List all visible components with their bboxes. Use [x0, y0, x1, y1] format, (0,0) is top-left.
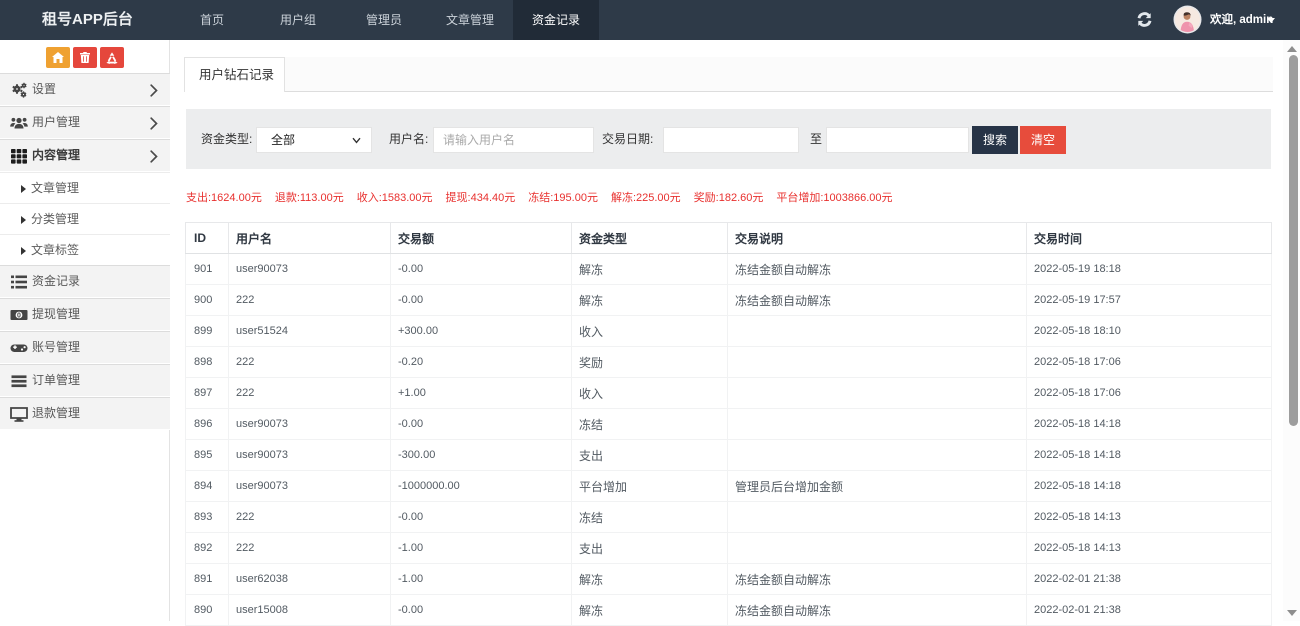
svg-text:0: 0 — [17, 313, 21, 320]
